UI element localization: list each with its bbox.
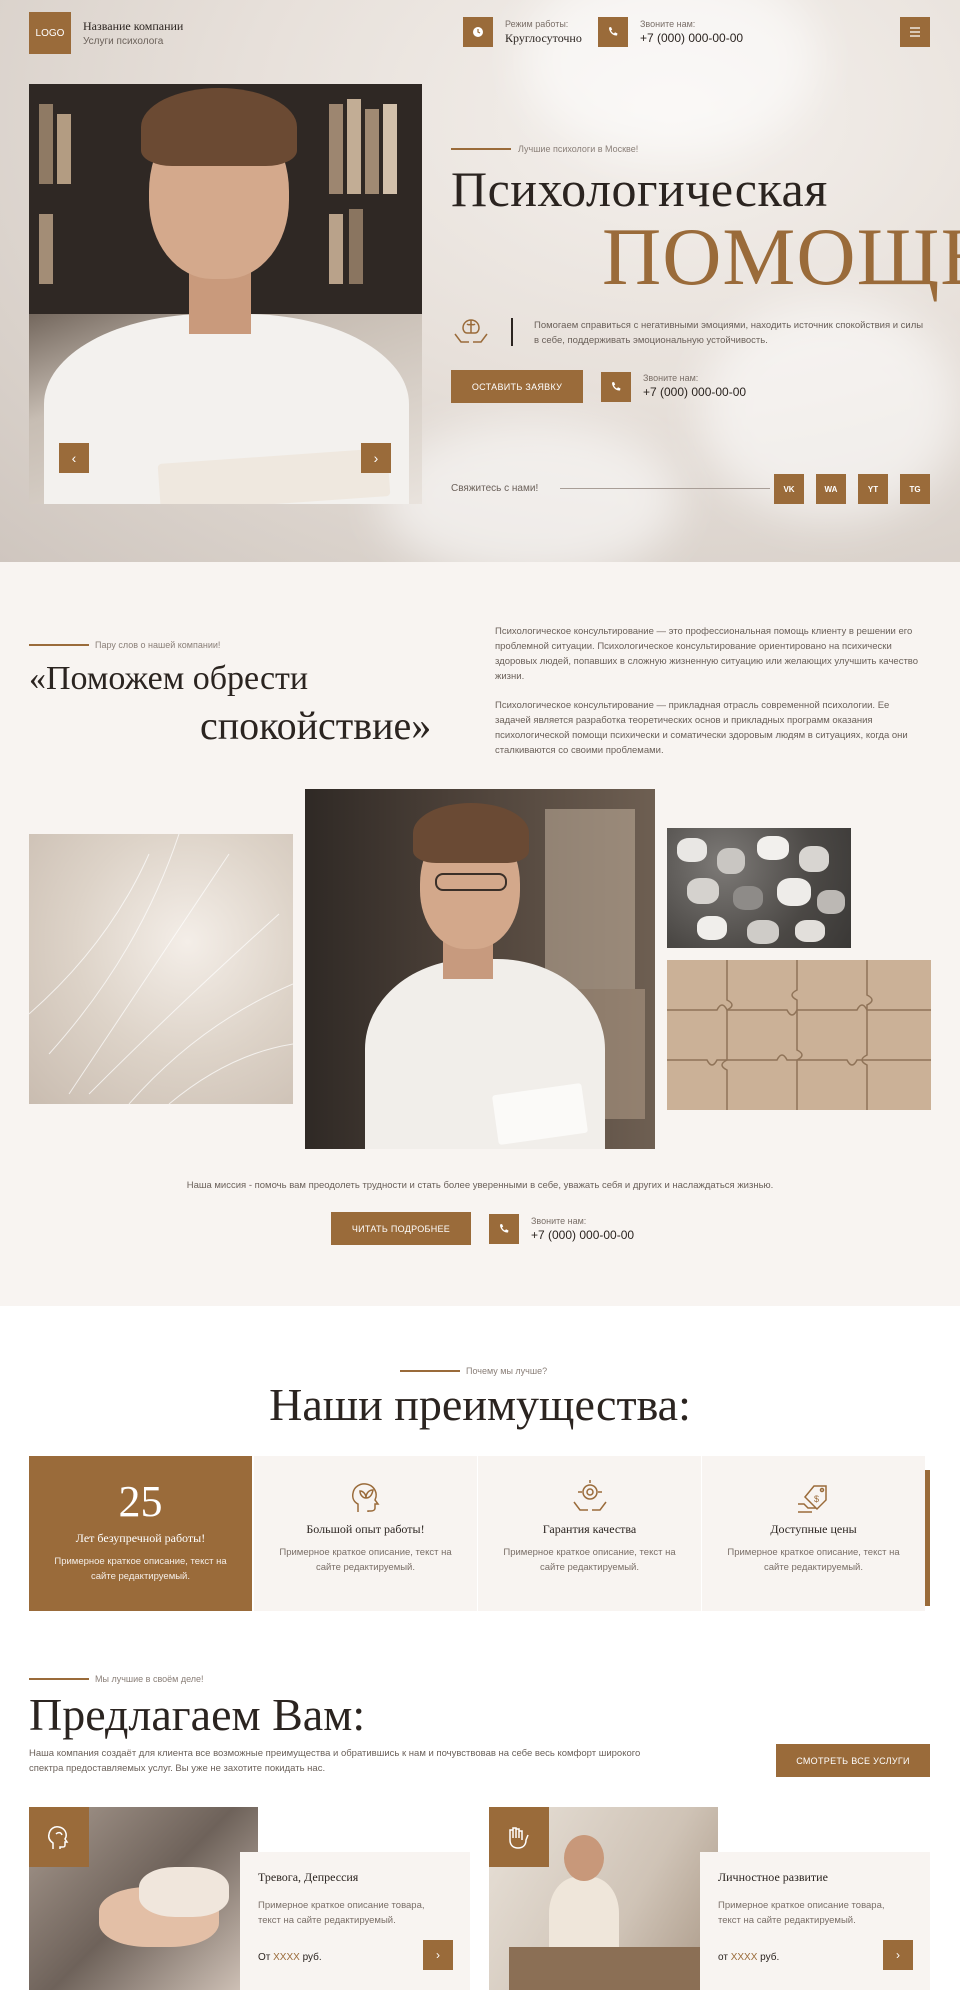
hero-phone-number[interactable]: +7 (000) 000-00-00	[643, 385, 746, 399]
price-unit: руб.	[302, 1952, 322, 1963]
tagline-line	[451, 148, 511, 150]
hands-icon	[489, 1807, 549, 1867]
mission-text: Наша миссия - помочь вам преодолеть труд…	[186, 1180, 774, 1191]
tagline-line	[29, 1678, 89, 1680]
quality-badge-icon	[570, 1478, 610, 1518]
hero-description: Помогаем справиться с негативными эмоция…	[534, 320, 924, 346]
about-title-line2: спокойствие»	[200, 703, 432, 748]
phone-label: Звоните нам:	[640, 19, 696, 29]
advantage-desc: Примерное краткое описание, текст на сай…	[503, 1547, 676, 1573]
company-subtitle: Услуги психолога	[83, 36, 164, 47]
price-prefix: От	[258, 1952, 271, 1963]
read-more-button[interactable]: ЧИТАТЬ ПОДРОБНЕЕ	[331, 1212, 471, 1245]
contact-us-text: Свяжитесь с нами!	[451, 483, 539, 494]
brain-hands-icon	[451, 312, 491, 352]
advantage-card-prices: $ Доступные цены Примерное краткое описа…	[702, 1456, 925, 1611]
advantages-tagline: Почему мы лучше?	[466, 1366, 548, 1376]
about-section: Пару слов о нашей компании! «Поможем обр…	[0, 562, 960, 1306]
hero-phone-label: Звоните нам:	[643, 373, 699, 383]
offers-tagline: Мы лучшие в своём деле!	[95, 1674, 204, 1684]
offer-arrow-button[interactable]: ›	[423, 1940, 453, 1970]
offer-desc: Примерное краткое описание товара, текст…	[718, 1900, 885, 1926]
about-tagline: Пару слов о нашей компании!	[95, 640, 221, 650]
advantage-card-quality: Гарантия качества Примерное краткое опис…	[478, 1456, 701, 1611]
chevron-right-icon: ›	[436, 1948, 440, 1962]
psychologist-photo	[305, 789, 655, 1149]
vk-icon[interactable]: VK	[774, 474, 804, 504]
hours-value: Круглосуточно	[505, 31, 582, 45]
hours-label: Режим работы:	[505, 19, 569, 29]
slider-next-button[interactable]: ›	[361, 443, 391, 473]
price-value: XXXX	[730, 1952, 758, 1963]
offer-price: От XXXX руб.	[258, 1952, 322, 1963]
advantage-card-experience-big: Большой опыт работы! Примерное краткое о…	[254, 1456, 477, 1611]
hero-section: LOGO Название компании Услуги психолога …	[0, 0, 960, 562]
about-phone-label: Звоните нам:	[531, 1216, 587, 1226]
chevron-left-icon: ‹	[71, 450, 77, 466]
price-prefix: от	[718, 1952, 728, 1963]
hero-tagline: Лучшие психологи в Москве!	[518, 144, 639, 154]
chevron-right-icon: ›	[373, 450, 379, 466]
whatsapp-label: WA	[824, 484, 838, 494]
phone-icon[interactable]	[598, 17, 628, 47]
offer-title: Личностное развитие	[718, 1870, 828, 1884]
price-unit: руб.	[760, 1952, 780, 1963]
advantage-desc: Примерное краткое описание, текст на сай…	[279, 1547, 452, 1573]
chevron-right-icon: ›	[896, 1948, 900, 1962]
slider-prev-button[interactable]: ‹	[59, 443, 89, 473]
contact-divider	[560, 488, 770, 489]
price-value: XXXX	[273, 1952, 300, 1963]
logo[interactable]: LOGO	[29, 12, 71, 54]
offer-title: Тревога, Депрессия	[258, 1870, 359, 1884]
advantage-title: Лет безупречной работы!	[75, 1531, 206, 1545]
puzzle-image	[667, 960, 931, 1110]
all-services-button[interactable]: СМОТРЕТЬ ВСЕ УСЛУГИ	[776, 1744, 930, 1777]
about-paragraph-2: Психологическое консультирование — прикл…	[495, 700, 908, 756]
submit-request-button[interactable]: ОСТАВИТЬ ЗАЯВКУ	[451, 370, 583, 403]
years-number: 25	[118, 1477, 163, 1526]
offer-card-personal-growth[interactable]: Личностное развитие Примерное краткое оп…	[700, 1852, 930, 1990]
emotion-stones-image	[667, 828, 851, 948]
price-tag-icon: $	[794, 1478, 834, 1518]
advantage-title: Большой опыт работы!	[306, 1522, 425, 1536]
hamburger-icon[interactable]	[900, 17, 930, 47]
advantage-desc: Примерное краткое описание, текст на сай…	[727, 1547, 900, 1573]
logo-text: LOGO	[35, 27, 65, 39]
offer-desc: Примерное краткое описание товара, текст…	[258, 1900, 425, 1926]
youtube-icon[interactable]: YT	[858, 474, 888, 504]
dandelion-image	[29, 834, 293, 1104]
advantage-card-experience: 25 Лет безупречной работы! Примерное кра…	[29, 1456, 252, 1611]
tagline-line	[29, 644, 89, 646]
offers-description: Наша компания создаёт для клиента все во…	[29, 1748, 641, 1774]
advantage-desc: Примерное краткое описание, текст на сай…	[54, 1556, 227, 1582]
about-phone-number[interactable]: +7 (000) 000-00-00	[531, 1228, 634, 1242]
hero-photo	[29, 84, 422, 504]
advantages-title: Наши преимущества:	[269, 1379, 691, 1430]
telegram-label: TG	[909, 484, 921, 494]
youtube-label: YT	[867, 484, 879, 494]
tagline-line	[400, 1370, 460, 1372]
about-title-line1: «Поможем обрести	[29, 660, 309, 697]
telegram-icon[interactable]: TG	[900, 474, 930, 504]
svg-text:$: $	[814, 1494, 819, 1504]
head-plant-icon	[346, 1478, 386, 1518]
clock-icon	[463, 17, 493, 47]
offers-title: Предлагаем Вам:	[29, 1689, 366, 1740]
phone-icon[interactable]	[489, 1214, 519, 1244]
phone-icon[interactable]	[601, 372, 631, 402]
hero-title-line2: ПОМОЩЬ	[602, 211, 960, 302]
offer-arrow-button[interactable]: ›	[883, 1940, 913, 1970]
about-paragraph-1: Психологическое консультирование — это п…	[495, 626, 919, 682]
header-phone-number[interactable]: +7 (000) 000-00-00	[640, 31, 743, 45]
whatsapp-icon[interactable]: WA	[816, 474, 846, 504]
divider-line	[511, 318, 513, 346]
company-name: Название компании	[83, 19, 184, 33]
offer-card-anxiety[interactable]: Тревога, Депрессия Примерное краткое опи…	[240, 1852, 470, 1990]
advantage-title: Доступные цены	[770, 1522, 857, 1536]
advantage-title: Гарантия качества	[542, 1522, 637, 1536]
head-icon	[29, 1807, 89, 1867]
offer-price: от XXXX руб.	[718, 1952, 779, 1963]
vk-label: VK	[783, 484, 795, 494]
